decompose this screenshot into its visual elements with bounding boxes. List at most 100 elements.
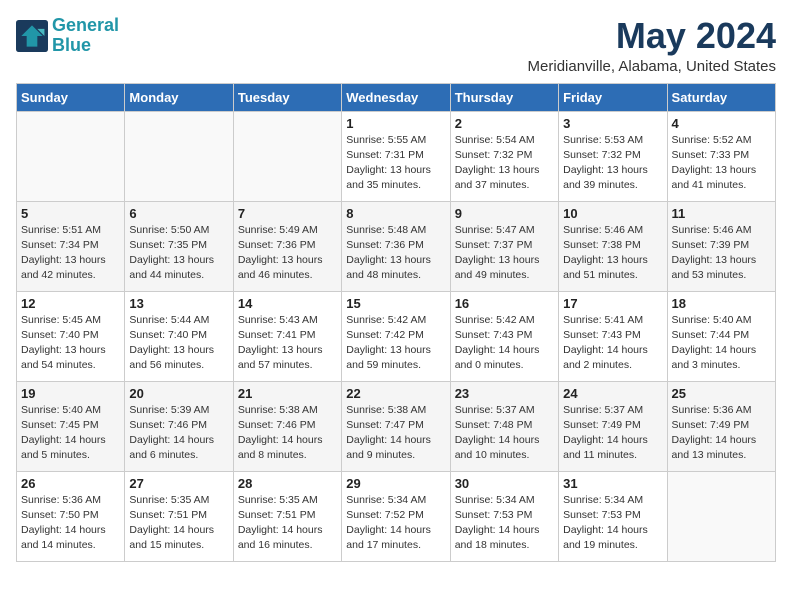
calendar-cell: 29Sunrise: 5:34 AMSunset: 7:52 PMDayligh… <box>342 471 450 561</box>
day-info: Sunrise: 5:35 AMSunset: 7:51 PMDaylight:… <box>238 493 337 554</box>
day-info: Sunrise: 5:42 AMSunset: 7:43 PMDaylight:… <box>455 313 554 374</box>
day-number: 22 <box>346 386 445 401</box>
day-number: 28 <box>238 476 337 491</box>
day-info: Sunrise: 5:34 AMSunset: 7:53 PMDaylight:… <box>455 493 554 554</box>
day-number: 24 <box>563 386 662 401</box>
calendar-cell: 25Sunrise: 5:36 AMSunset: 7:49 PMDayligh… <box>667 381 775 471</box>
day-number: 18 <box>672 296 771 311</box>
logo-icon <box>16 20 48 52</box>
day-number: 21 <box>238 386 337 401</box>
calendar-week-1: 1 Sunrise: 5:55 AMSunset: 7:31 PMDaylight… <box>17 111 776 201</box>
calendar-cell <box>125 111 233 201</box>
day-number: 10 <box>563 206 662 221</box>
calendar-week-5: 26 Sunrise: 5:36 AMSunset: 7:50 PMDayligh… <box>17 471 776 561</box>
calendar-week-2: 5 Sunrise: 5:51 AMSunset: 7:34 PMDaylight… <box>17 201 776 291</box>
day-info: Sunrise: 5:42 AMSunset: 7:42 PMDaylight:… <box>346 313 445 374</box>
day-info: Sunrise: 5:55 AMSunset: 7:31 PMDaylight:… <box>346 133 445 194</box>
day-number: 20 <box>129 386 228 401</box>
calendar-table: SundayMondayTuesdayWednesdayThursdayFrid… <box>16 83 776 562</box>
day-info: Sunrise: 5:47 AMSunset: 7:37 PMDaylight:… <box>455 223 554 284</box>
day-info: Sunrise: 5:46 AMSunset: 7:39 PMDaylight:… <box>672 223 771 284</box>
day-info: Sunrise: 5:43 AMSunset: 7:41 PMDaylight:… <box>238 313 337 374</box>
day-number: 25 <box>672 386 771 401</box>
day-info: Sunrise: 5:54 AMSunset: 7:32 PMDaylight:… <box>455 133 554 194</box>
calendar-cell: 16 Sunrise: 5:42 AMSunset: 7:43 PMDayligh… <box>450 291 558 381</box>
calendar-cell: 31 Sunrise: 5:34 AMSunset: 7:53 PMDayligh… <box>559 471 667 561</box>
day-number: 16 <box>455 296 554 311</box>
location: Meridianville, Alabama, United States <box>528 58 776 75</box>
day-info: Sunrise: 5:46 AMSunset: 7:38 PMDaylight:… <box>563 223 662 284</box>
weekday-header-tuesday: Tuesday <box>233 83 341 111</box>
day-number: 31 <box>563 476 662 491</box>
day-info: Sunrise: 5:35 AMSunset: 7:51 PMDaylight:… <box>129 493 228 554</box>
weekday-header-wednesday: Wednesday <box>342 83 450 111</box>
day-number: 23 <box>455 386 554 401</box>
logo-text: GeneralBlue <box>52 16 119 56</box>
day-number: 1 <box>346 116 445 131</box>
day-info: Sunrise: 5:34 AMSunset: 7:53 PMDaylight:… <box>563 493 662 554</box>
calendar-cell: 11Sunrise: 5:46 AMSunset: 7:39 PMDayligh… <box>667 201 775 291</box>
calendar-cell: 18 Sunrise: 5:40 AMSunset: 7:44 PMDayligh… <box>667 291 775 381</box>
calendar-cell: 22Sunrise: 5:38 AMSunset: 7:47 PMDayligh… <box>342 381 450 471</box>
day-number: 7 <box>238 206 337 221</box>
calendar-cell: 27 Sunrise: 5:35 AMSunset: 7:51 PMDayligh… <box>125 471 233 561</box>
day-info: Sunrise: 5:53 AMSunset: 7:32 PMDaylight:… <box>563 133 662 194</box>
day-number: 29 <box>346 476 445 491</box>
weekday-header-monday: Monday <box>125 83 233 111</box>
calendar-cell: 14 Sunrise: 5:43 AMSunset: 7:41 PMDayligh… <box>233 291 341 381</box>
day-number: 3 <box>563 116 662 131</box>
calendar-cell: 9Sunrise: 5:47 AMSunset: 7:37 PMDaylight… <box>450 201 558 291</box>
calendar-cell <box>233 111 341 201</box>
day-number: 27 <box>129 476 228 491</box>
day-info: Sunrise: 5:45 AMSunset: 7:40 PMDaylight:… <box>21 313 120 374</box>
day-info: Sunrise: 5:51 AMSunset: 7:34 PMDaylight:… <box>21 223 120 284</box>
calendar-cell: 19 Sunrise: 5:40 AMSunset: 7:45 PMDayligh… <box>17 381 125 471</box>
calendar-cell <box>17 111 125 201</box>
calendar-week-4: 19 Sunrise: 5:40 AMSunset: 7:45 PMDayligh… <box>17 381 776 471</box>
day-number: 8 <box>346 206 445 221</box>
day-info: Sunrise: 5:52 AMSunset: 7:33 PMDaylight:… <box>672 133 771 194</box>
day-info: Sunrise: 5:37 AMSunset: 7:49 PMDaylight:… <box>563 403 662 464</box>
calendar-cell: 8Sunrise: 5:48 AMSunset: 7:36 PMDaylight… <box>342 201 450 291</box>
calendar-cell: 13 Sunrise: 5:44 AMSunset: 7:40 PMDayligh… <box>125 291 233 381</box>
calendar-cell: 24 Sunrise: 5:37 AMSunset: 7:49 PMDayligh… <box>559 381 667 471</box>
day-number: 6 <box>129 206 228 221</box>
day-number: 15 <box>346 296 445 311</box>
calendar-cell: 12 Sunrise: 5:45 AMSunset: 7:40 PMDayligh… <box>17 291 125 381</box>
calendar-cell: 21 Sunrise: 5:38 AMSunset: 7:46 PMDayligh… <box>233 381 341 471</box>
day-number: 5 <box>21 206 120 221</box>
calendar-cell: 3 Sunrise: 5:53 AMSunset: 7:32 PMDaylight… <box>559 111 667 201</box>
calendar-week-3: 12 Sunrise: 5:45 AMSunset: 7:40 PMDayligh… <box>17 291 776 381</box>
day-number: 14 <box>238 296 337 311</box>
day-info: Sunrise: 5:44 AMSunset: 7:40 PMDaylight:… <box>129 313 228 374</box>
day-number: 2 <box>455 116 554 131</box>
calendar-cell: 1 Sunrise: 5:55 AMSunset: 7:31 PMDaylight… <box>342 111 450 201</box>
calendar-cell: 5 Sunrise: 5:51 AMSunset: 7:34 PMDaylight… <box>17 201 125 291</box>
day-info: Sunrise: 5:49 AMSunset: 7:36 PMDaylight:… <box>238 223 337 284</box>
day-info: Sunrise: 5:40 AMSunset: 7:44 PMDaylight:… <box>672 313 771 374</box>
calendar-cell: 26 Sunrise: 5:36 AMSunset: 7:50 PMDayligh… <box>17 471 125 561</box>
day-number: 12 <box>21 296 120 311</box>
calendar-cell: 4 Sunrise: 5:52 AMSunset: 7:33 PMDaylight… <box>667 111 775 201</box>
day-number: 4 <box>672 116 771 131</box>
day-number: 13 <box>129 296 228 311</box>
calendar-cell: 6 Sunrise: 5:50 AMSunset: 7:35 PMDaylight… <box>125 201 233 291</box>
day-info: Sunrise: 5:39 AMSunset: 7:46 PMDaylight:… <box>129 403 228 464</box>
month-title: May 2024 <box>528 16 776 56</box>
calendar-cell: 28 Sunrise: 5:35 AMSunset: 7:51 PMDayligh… <box>233 471 341 561</box>
day-info: Sunrise: 5:36 AMSunset: 7:50 PMDaylight:… <box>21 493 120 554</box>
day-info: Sunrise: 5:41 AMSunset: 7:43 PMDaylight:… <box>563 313 662 374</box>
calendar-cell: 20 Sunrise: 5:39 AMSunset: 7:46 PMDayligh… <box>125 381 233 471</box>
calendar-cell <box>667 471 775 561</box>
weekday-header-sunday: Sunday <box>17 83 125 111</box>
day-number: 30 <box>455 476 554 491</box>
day-info: Sunrise: 5:40 AMSunset: 7:45 PMDaylight:… <box>21 403 120 464</box>
calendar-cell: 17Sunrise: 5:41 AMSunset: 7:43 PMDayligh… <box>559 291 667 381</box>
day-number: 26 <box>21 476 120 491</box>
day-info: Sunrise: 5:50 AMSunset: 7:35 PMDaylight:… <box>129 223 228 284</box>
title-block: May 2024 Meridianville, Alabama, United … <box>528 16 776 75</box>
day-number: 19 <box>21 386 120 401</box>
weekday-header-thursday: Thursday <box>450 83 558 111</box>
day-info: Sunrise: 5:38 AMSunset: 7:46 PMDaylight:… <box>238 403 337 464</box>
day-info: Sunrise: 5:37 AMSunset: 7:48 PMDaylight:… <box>455 403 554 464</box>
